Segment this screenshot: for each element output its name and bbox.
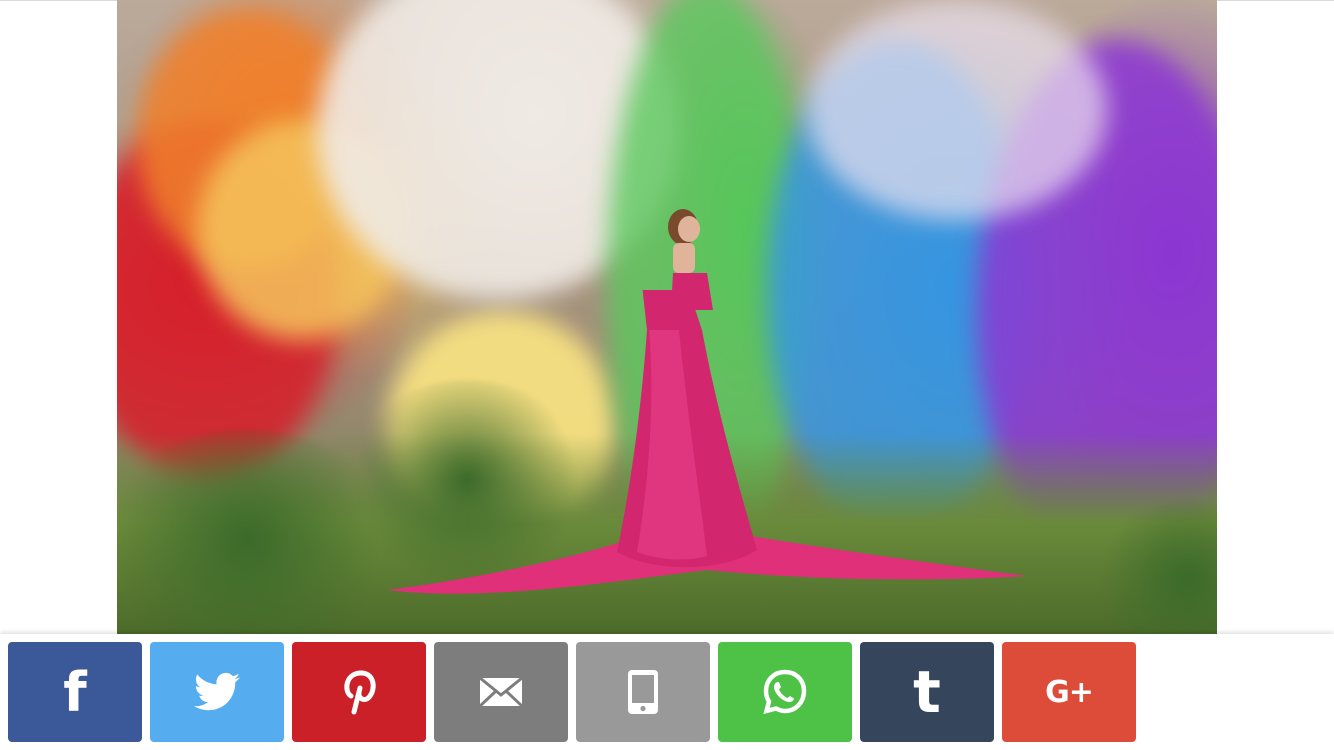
facebook-icon: f — [63, 660, 87, 724]
sms-share-button[interactable] — [576, 642, 710, 742]
phone-icon — [628, 670, 658, 714]
google-plus-icon: G+ — [1045, 674, 1094, 710]
twitter-share-button[interactable] — [150, 642, 284, 742]
tumblr-icon: t — [913, 658, 941, 726]
share-bar: f t G+ — [0, 634, 1334, 750]
whatsapp-share-button[interactable] — [718, 642, 852, 742]
facebook-share-button[interactable]: f — [8, 642, 142, 742]
envelope-icon — [480, 678, 522, 706]
woman-in-pink-gown — [387, 290, 1027, 594]
twitter-icon — [194, 672, 240, 711]
whatsapp-icon — [763, 669, 807, 715]
hero-photo — [117, 0, 1217, 634]
email-share-button[interactable] — [434, 642, 568, 742]
pinterest-share-button[interactable] — [292, 642, 426, 742]
tumblr-share-button[interactable]: t — [860, 642, 994, 742]
pale-smoke — [807, 0, 1107, 220]
googleplus-share-button[interactable]: G+ — [1002, 642, 1136, 742]
woman-upper-body — [668, 209, 713, 310]
pinterest-icon — [344, 670, 376, 715]
